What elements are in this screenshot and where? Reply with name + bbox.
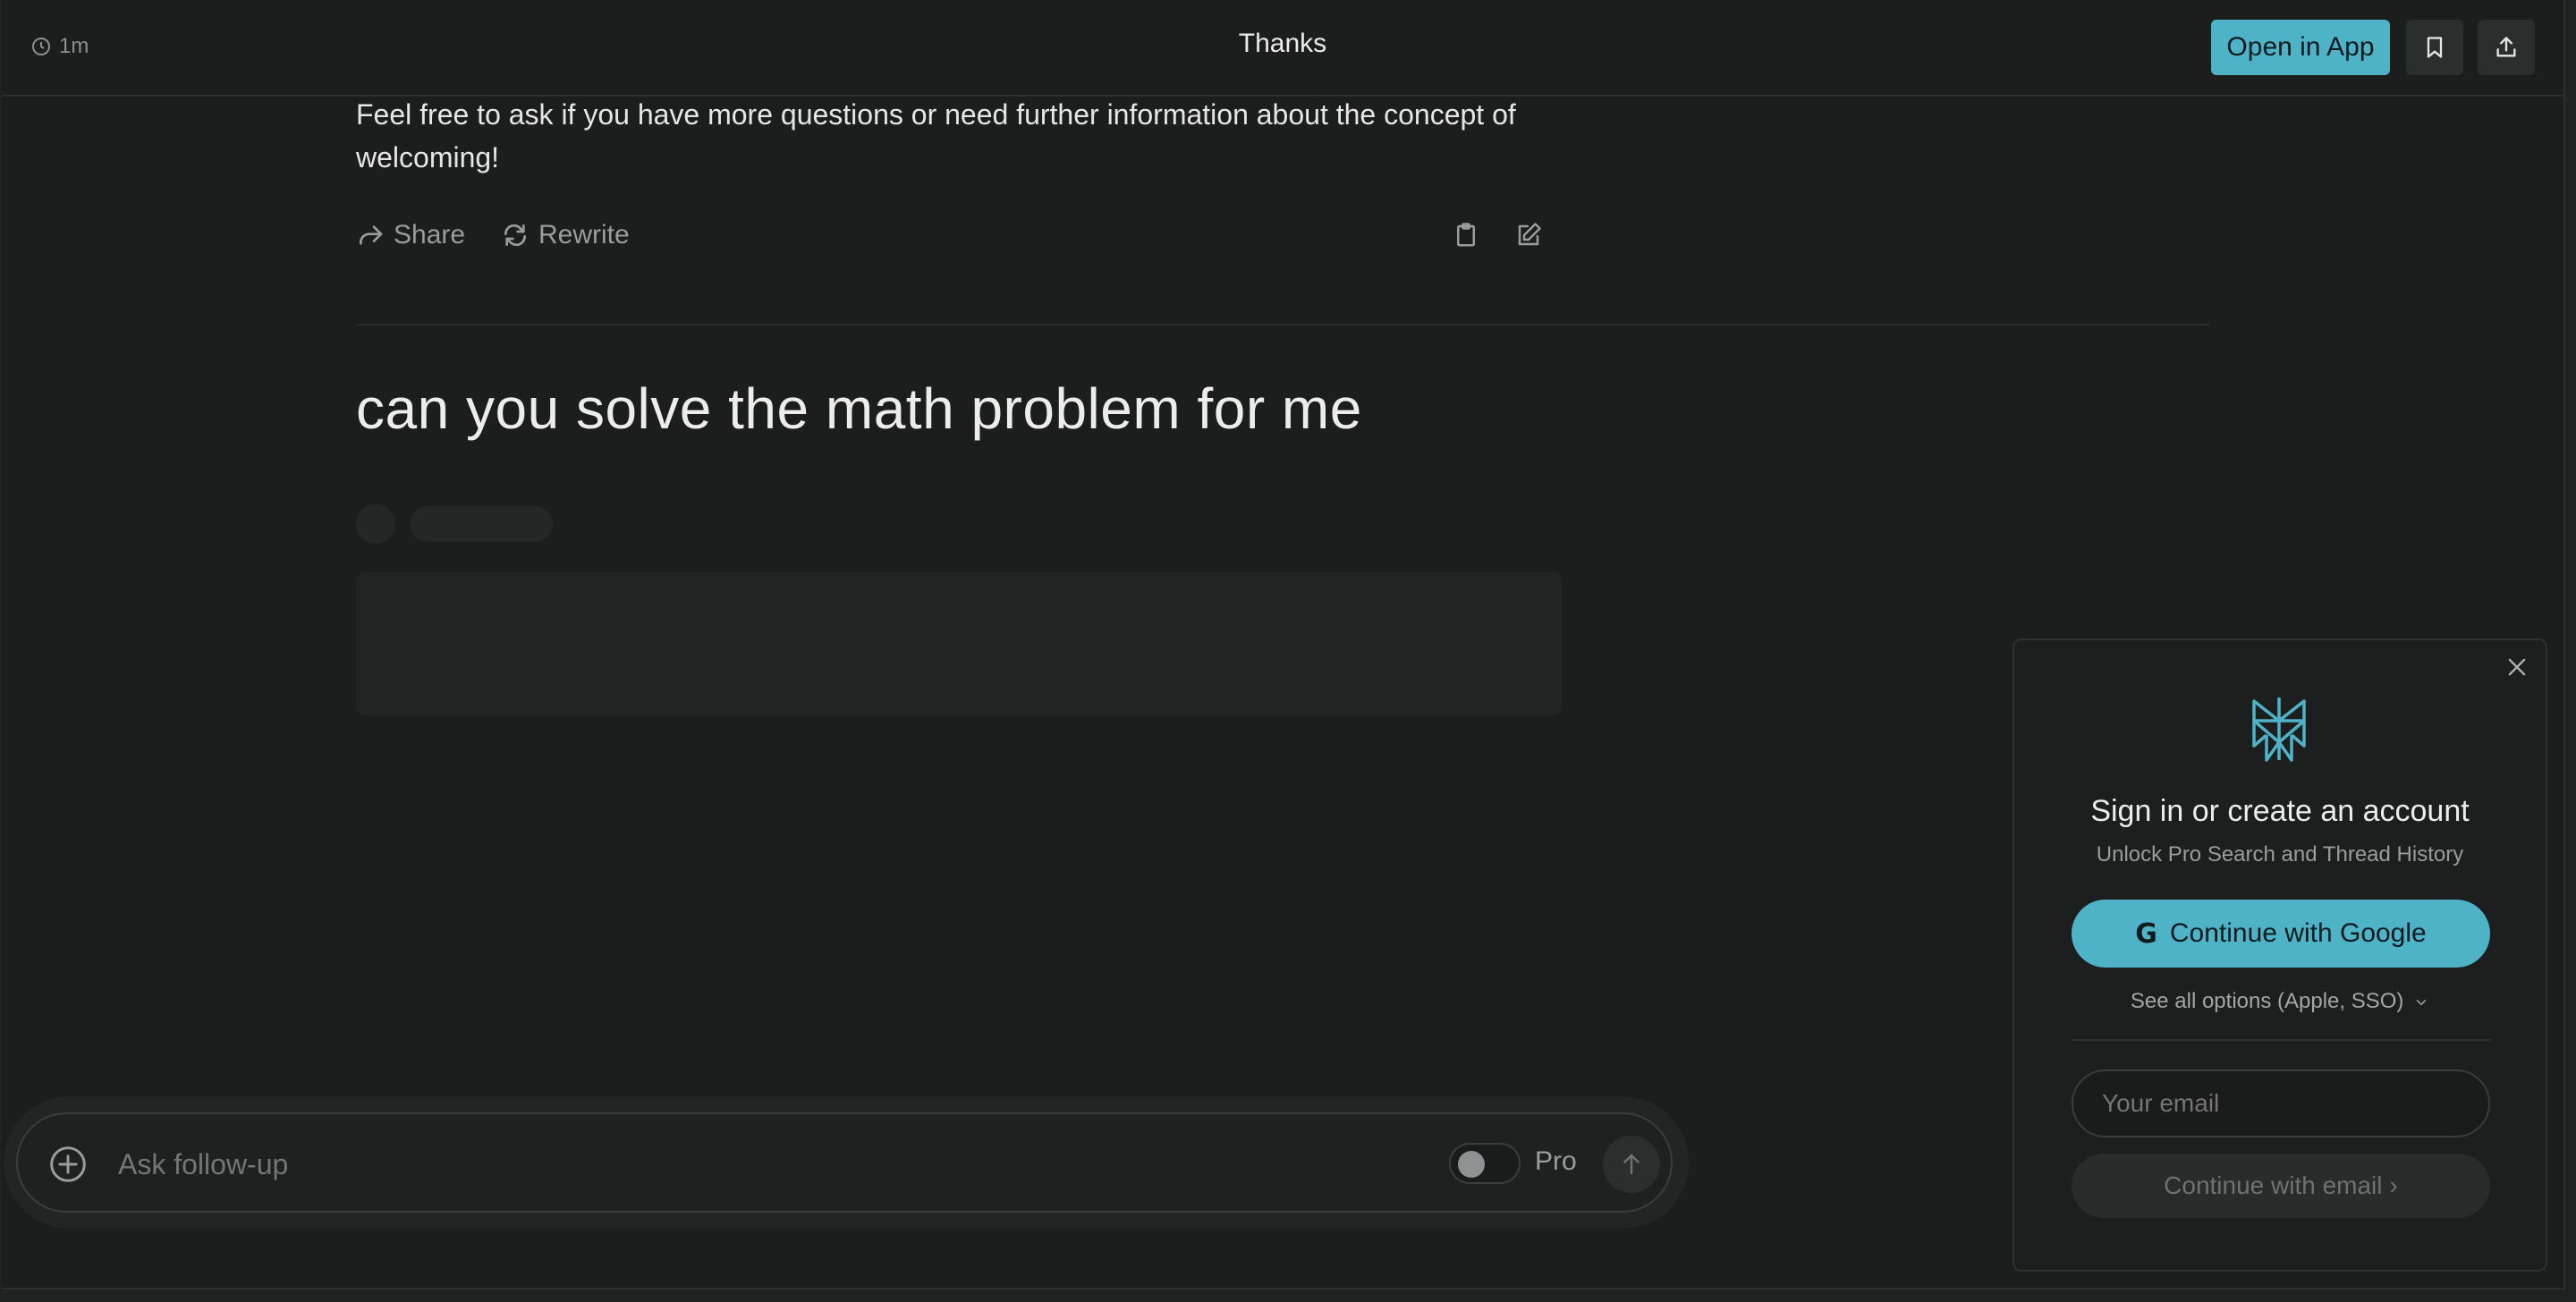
rewrite-icon [504, 224, 527, 247]
perplexity-logo-icon [2252, 698, 2306, 762]
close-button[interactable] [2504, 655, 2529, 680]
share-icon [360, 225, 383, 245]
continue-with-google-button[interactable]: G Continue with Google [2072, 900, 2490, 968]
rewrite-button[interactable]: Rewrite [501, 220, 630, 250]
header: 1m Thanks Open in App [2, 0, 2563, 97]
divider [356, 324, 2209, 326]
copy-button[interactable] [1453, 222, 1485, 254]
loading-skeleton-avatar [356, 504, 395, 544]
clipboard-icon [1457, 223, 1475, 247]
signin-subtitle: Unlock Pro Search and Thread History [2096, 842, 2464, 867]
options-label: See all options (Apple, SSO) [2130, 989, 2404, 1013]
rewrite-label: Rewrite [538, 220, 630, 249]
loading-skeleton-block [356, 572, 1562, 715]
answer-text: Feel free to ask if you have more questi… [356, 98, 1516, 173]
followup-input[interactable] [116, 1141, 1372, 1188]
divider [2072, 1039, 2490, 1041]
google-button-label: Continue with Google [2169, 918, 2427, 948]
app-window: 1m Thanks Open in App Feel free to ask i… [2, 0, 2565, 1289]
send-button[interactable] [1603, 1136, 1660, 1193]
chevron-right-icon: › [2389, 1171, 2398, 1199]
edit-icon [1518, 223, 1541, 246]
loading-skeleton-label [410, 506, 553, 542]
pro-label: Pro [1535, 1146, 1577, 1176]
followup-bar: Pro [16, 1112, 1673, 1213]
google-icon: G [2135, 917, 2157, 950]
close-icon [2508, 658, 2526, 676]
share-label: Share [394, 220, 466, 249]
continue-with-email-button[interactable]: Continue with email › [2072, 1154, 2490, 1218]
share-button[interactable]: Share [356, 220, 465, 250]
chevron-down-icon [2416, 999, 2427, 1005]
plus-circle-icon [50, 1146, 86, 1182]
pro-toggle[interactable] [1449, 1143, 1521, 1184]
arrow-up-icon [1623, 1154, 1640, 1175]
email-button-label: Continue with email [2164, 1171, 2383, 1199]
upload-icon [2496, 37, 2516, 57]
signin-title: Sign in or create an account [2090, 794, 2470, 828]
answer-actions: Share Rewrite [356, 220, 1555, 256]
see-all-options-link[interactable]: See all options (Apple, SSO) [2014, 989, 2546, 1014]
bookmark-button[interactable] [2406, 20, 2463, 75]
email-field[interactable] [2072, 1070, 2490, 1137]
page-title: Thanks [1238, 29, 1327, 58]
open-in-app-button[interactable]: Open in App [2211, 20, 2390, 75]
bookmark-icon [2427, 37, 2443, 58]
edit-button[interactable] [1515, 222, 1547, 254]
attach-button[interactable] [48, 1145, 88, 1184]
signin-panel: Sign in or create an account Unlock Pro … [2012, 638, 2547, 1272]
question-heading: can you solve the math problem for me [356, 376, 1362, 441]
pro-toggle-knob [1458, 1151, 1485, 1178]
share-thread-button[interactable] [2478, 20, 2535, 75]
